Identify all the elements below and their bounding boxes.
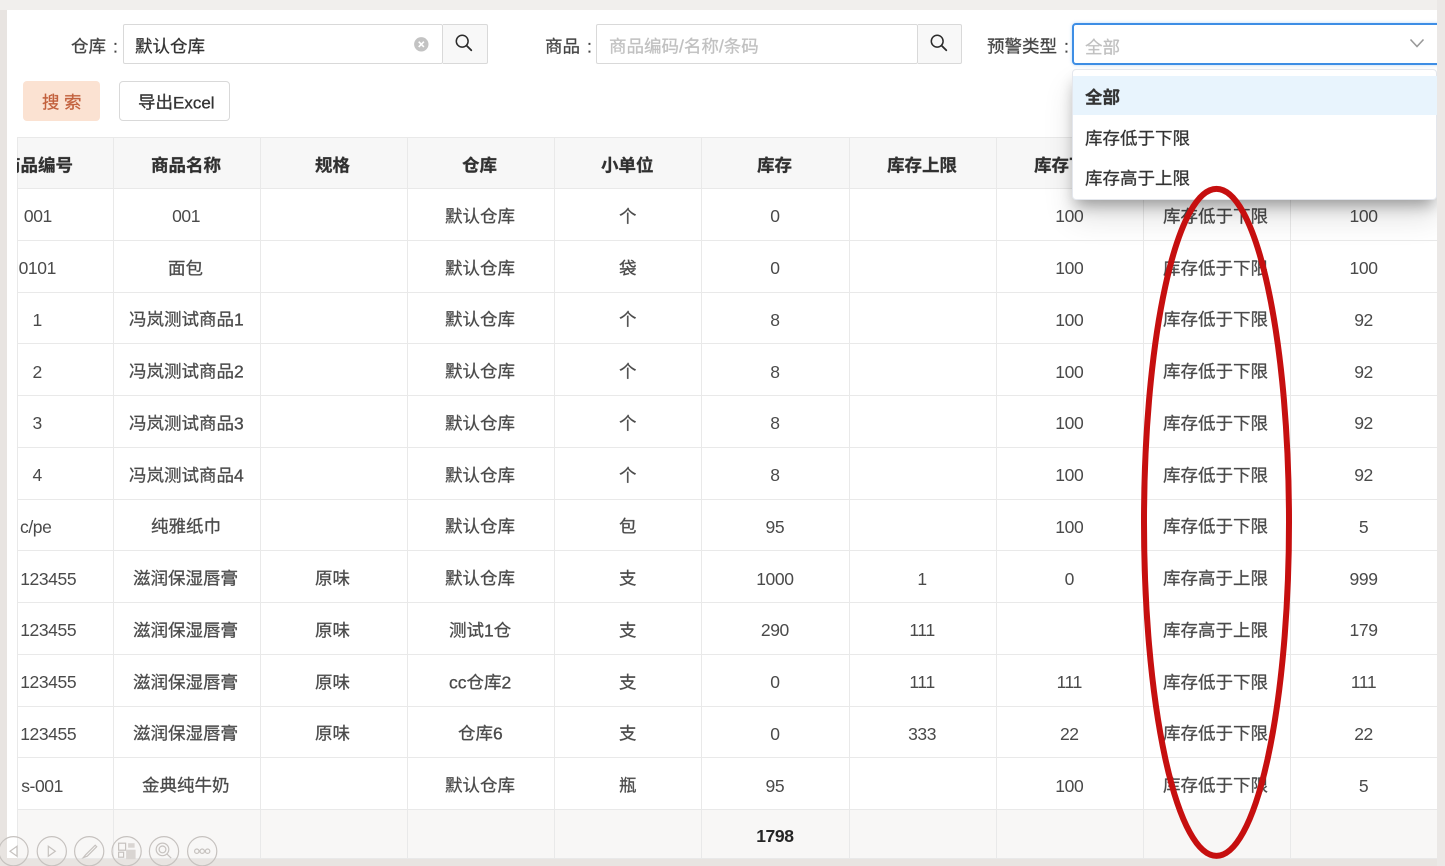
svg-text:3: 3: [234, 413, 244, 433]
svg-text:Excel: Excel: [173, 93, 215, 112]
svg-text:4: 4: [234, 465, 244, 485]
svg-text:1: 1: [484, 620, 494, 640]
svg-text:/: /: [718, 36, 723, 56]
svg-text::: :: [1057, 36, 1069, 56]
svg-text:6: 6: [493, 724, 503, 744]
svg-text:cc: cc: [449, 672, 467, 692]
svg-text:2: 2: [501, 672, 511, 692]
svg-text:2: 2: [234, 361, 244, 381]
svg-text::: :: [580, 36, 592, 56]
svg-text:1: 1: [234, 310, 244, 330]
svg-text::: :: [106, 36, 118, 56]
svg-text:/: /: [679, 36, 684, 56]
